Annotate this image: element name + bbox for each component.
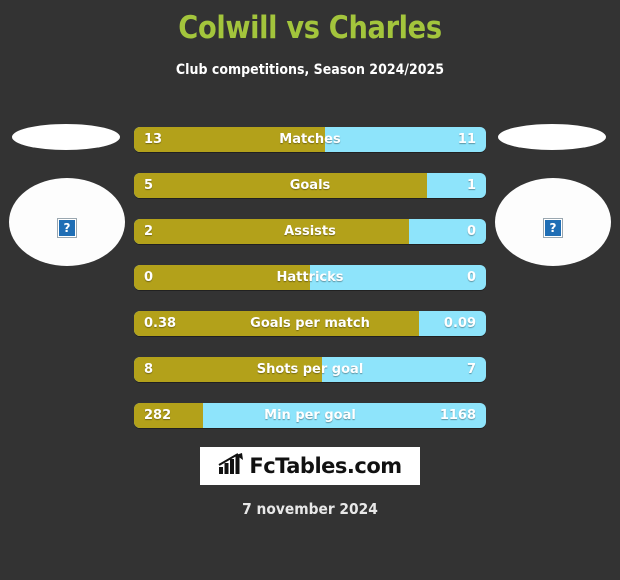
stat-away-value: 0.09 (443, 316, 476, 331)
stat-away-value: 0 (466, 224, 476, 239)
stat-away-value: 11 (457, 132, 476, 147)
bar-chart-growth-icon (218, 452, 244, 480)
stat-row: 13 Matches 11 (134, 127, 486, 152)
stat-row: 0 Hattricks 0 (134, 265, 486, 290)
date-label: 7 november 2024 (242, 500, 378, 518)
page-title: Colwill vs Charles (178, 10, 442, 46)
broken-image-icon: ? (57, 218, 77, 238)
stat-away-value: 0 (466, 270, 476, 285)
logo-inner: FcTables.com (218, 452, 402, 480)
stat-row: 0.38 Goals per match 0.09 (134, 311, 486, 336)
stat-row: 5 Goals 1 (134, 173, 486, 198)
page-subtitle: Club competitions, Season 2024/2025 (175, 62, 445, 78)
stat-label: Hattricks (276, 270, 344, 285)
stat-row: 8 Shots per goal 7 (134, 357, 486, 382)
stat-away-value: 1168 (439, 408, 476, 423)
broken-image-glyph: ? (545, 220, 561, 236)
stat-label: Goals per match (250, 316, 370, 331)
player-right-avatar: ? (492, 120, 614, 270)
stat-label: Min per goal (264, 408, 356, 423)
logo-text: FcTables.com (249, 454, 402, 478)
stat-label: Shots per goal (256, 362, 364, 377)
broken-image-glyph: ? (59, 220, 75, 236)
stat-comparison-page: Colwill vs Charles Club competitions, Se… (0, 0, 620, 580)
stat-bars-list: 13 Matches 11 5 Goals 1 2 Assists 0 0 Ha… (134, 127, 486, 449)
stat-label: Assists (284, 224, 336, 239)
stat-label: Goals (289, 178, 331, 193)
player-left-top-ellipse (12, 124, 120, 150)
player-right-top-ellipse (498, 124, 606, 150)
stat-label: Matches (279, 132, 341, 147)
player-left-avatar: ? (6, 120, 128, 270)
stat-row: 2 Assists 0 (134, 219, 486, 244)
stat-away-value: 7 (466, 362, 476, 377)
stat-row: 282 Min per goal 1168 (134, 403, 486, 428)
fctables-logo[interactable]: FcTables.com (200, 447, 420, 485)
stat-away-value: 1 (466, 178, 476, 193)
broken-image-icon: ? (543, 218, 563, 238)
